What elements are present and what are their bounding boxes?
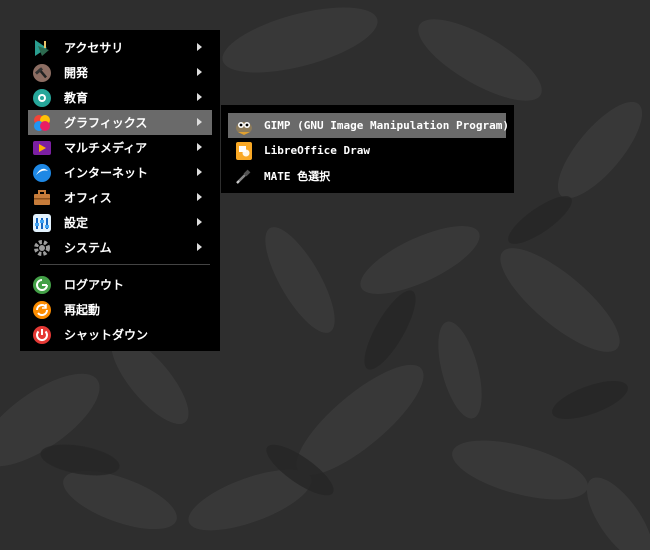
submenu-arrow-icon	[197, 43, 202, 51]
multimedia-icon	[32, 138, 52, 158]
menu-item-system[interactable]: システム	[28, 235, 212, 260]
graphics-icon	[32, 113, 52, 133]
menu-item-internet[interactable]: インターネット	[28, 160, 212, 185]
menu-item-label: シャットダウン	[64, 328, 149, 342]
libreoffice-draw-icon	[234, 141, 254, 161]
menu-item-label: アクセサリ	[64, 41, 124, 55]
menu-item-logout[interactable]: ログアウト	[28, 272, 212, 297]
logout-icon	[32, 275, 52, 295]
submenu-item-label: GIMP (GNU Image Manipulation Program)	[264, 119, 510, 132]
menu-item-label: オフィス	[64, 191, 112, 205]
accessories-icon	[32, 38, 52, 58]
submenu-arrow-icon	[197, 243, 202, 251]
submenu-item-libreoffice-draw[interactable]: LibreOffice Draw	[228, 138, 506, 163]
menu-item-label: インターネット	[64, 166, 149, 180]
development-icon	[32, 63, 52, 83]
submenu-arrow-icon	[197, 93, 202, 101]
menu-item-label: グラフィックス	[64, 116, 148, 130]
submenu-item-color-picker[interactable]: MATE 色選択	[228, 163, 506, 188]
submenu-item-label: LibreOffice Draw	[264, 144, 370, 157]
application-menu: アクセサリ 開発 教育 グラフィックス マルチメディア インターネット オフィス…	[20, 30, 220, 351]
submenu-arrow-icon	[197, 168, 202, 176]
submenu-arrow-icon	[197, 218, 202, 226]
gimp-icon	[234, 116, 254, 136]
menu-item-label: 開発	[64, 66, 89, 80]
submenu-arrow-icon	[197, 193, 202, 201]
menu-item-office[interactable]: オフィス	[28, 185, 212, 210]
menu-item-settings[interactable]: 設定	[28, 210, 212, 235]
menu-item-graphics[interactable]: グラフィックス	[28, 110, 212, 135]
menu-item-shutdown[interactable]: シャットダウン	[28, 322, 212, 347]
submenu-arrow-icon	[197, 143, 202, 151]
menu-item-education[interactable]: 教育	[28, 85, 212, 110]
color-picker-icon	[234, 166, 254, 186]
menu-item-label: 設定	[64, 216, 89, 230]
menu-item-label: マルチメディア	[64, 141, 148, 155]
submenu-item-label: MATE 色選択	[264, 169, 331, 183]
menu-item-development[interactable]: 開発	[28, 60, 212, 85]
menu-separator	[40, 264, 210, 265]
menu-item-multimedia[interactable]: マルチメディア	[28, 135, 212, 160]
office-icon	[32, 188, 52, 208]
menu-item-label: 教育	[64, 91, 89, 105]
settings-icon	[32, 213, 52, 233]
graphics-submenu: GIMP (GNU Image Manipulation Program) Li…	[221, 105, 514, 193]
restart-icon	[32, 300, 52, 320]
menu-item-label: 再起動	[64, 303, 101, 317]
internet-icon	[32, 163, 52, 183]
menu-item-restart[interactable]: 再起動	[28, 297, 212, 322]
submenu-arrow-icon	[197, 68, 202, 76]
education-icon	[32, 88, 52, 108]
shutdown-icon	[32, 325, 52, 345]
menu-item-label: ログアウト	[64, 278, 125, 292]
menu-item-accessories[interactable]: アクセサリ	[28, 35, 212, 60]
menu-item-label: システム	[64, 241, 112, 255]
submenu-arrow-icon	[197, 118, 202, 126]
submenu-item-gimp[interactable]: GIMP (GNU Image Manipulation Program)	[228, 113, 510, 138]
system-icon	[32, 238, 52, 258]
